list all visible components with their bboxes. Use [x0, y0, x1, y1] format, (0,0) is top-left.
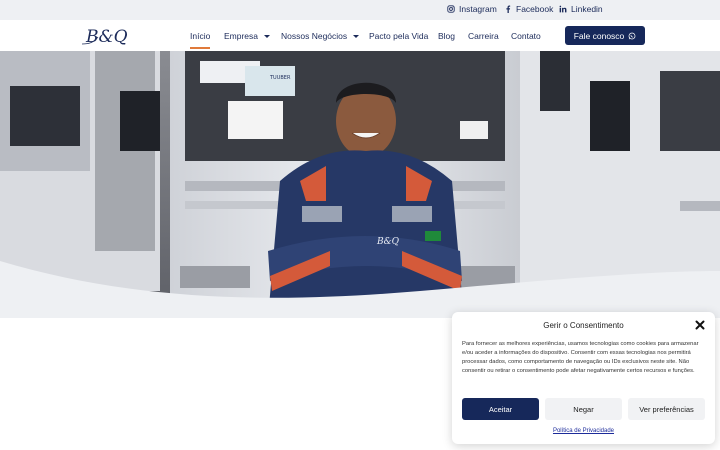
facebook-icon	[506, 5, 511, 13]
facebook-label: Facebook	[516, 4, 554, 14]
nav-carreira[interactable]: Carreira	[468, 31, 499, 41]
accept-button[interactable]: Aceitar	[462, 398, 539, 420]
logo-text: B&Q	[85, 27, 128, 47]
nav-contato[interactable]: Contato	[511, 31, 541, 41]
view-preferences-button[interactable]: Ver preferências	[628, 398, 705, 420]
linkedin-label: Linkedin	[571, 4, 603, 14]
nav-empresa-label: Empresa	[224, 31, 259, 41]
caret-down-icon	[353, 34, 360, 38]
nav-nossos-negocios-label: Nossos Negócios	[281, 31, 348, 41]
fale-conosco-label: Fale conosco	[573, 30, 625, 41]
linkedin-link[interactable]: Linkedin	[559, 4, 603, 14]
nav-inicio[interactable]: Início	[190, 31, 211, 49]
privacy-policy-link[interactable]: Política de Privacidade	[452, 428, 715, 434]
nav-blog-label: Blog	[438, 31, 456, 41]
instagram-link[interactable]: Instagram	[447, 4, 497, 14]
facebook-link[interactable]: Facebook	[504, 4, 553, 14]
nav-carreira-label: Carreira	[468, 31, 499, 41]
nav-pacto-pela-vida[interactable]: Pacto pela Vida	[369, 31, 428, 41]
nav-blog[interactable]: Blog	[438, 31, 455, 41]
linkedin-icon	[559, 5, 567, 13]
bq-logo[interactable]: B&Q	[80, 25, 146, 47]
consent-title: Gerir o Consentimento	[543, 321, 624, 330]
site-header: B&Q Início Empresa Nossos Negócios Pacto…	[0, 20, 720, 51]
windshield-sticker-text: TUUBER	[269, 75, 291, 81]
page: Instagram Facebook Linkedin B&Q Início E…	[0, 0, 720, 450]
nav-empresa[interactable]: Empresa	[224, 31, 271, 41]
vest-logo-text: B&Q	[376, 237, 400, 247]
nav-nossos-negocios[interactable]: Nossos Negócios	[281, 31, 360, 41]
hero-banner: TUUBER B&Q	[0, 51, 720, 318]
instagram-label: Instagram	[459, 4, 497, 14]
fale-conosco-button[interactable]: Fale conosco	[565, 26, 645, 45]
close-icon[interactable]	[695, 320, 705, 330]
instagram-icon	[447, 5, 455, 13]
caret-down-icon	[264, 34, 271, 38]
nav-inicio-label: Início	[190, 31, 211, 41]
hero-photo-worker-trucks: TUUBER B&Q	[0, 51, 720, 318]
cookie-consent-dialog: Gerir o Consentimento Para fornecer as m…	[452, 312, 715, 444]
consent-description: Para fornecer as melhores experiências, …	[462, 341, 699, 374]
social-bar: Instagram Facebook Linkedin	[0, 0, 720, 20]
deny-button[interactable]: Negar	[545, 398, 622, 420]
nav-pacto-label: Pacto pela Vida	[369, 31, 429, 41]
nav-contato-label: Contato	[511, 31, 541, 41]
whatsapp-icon	[628, 32, 636, 39]
